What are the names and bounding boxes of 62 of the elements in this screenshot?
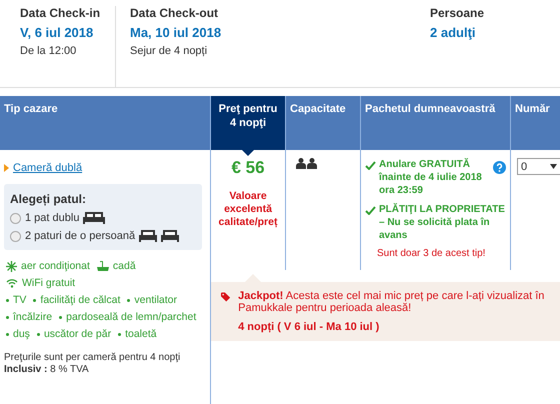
- jackpot-dates: 4 nopți ( V 6 iul - Ma 10 iul ): [238, 321, 380, 333]
- amenity-label: pardoseală de lemn/parchet: [66, 311, 196, 323]
- summary-label: Data Check-in: [20, 6, 102, 20]
- bed-title: Alegeți patul:: [10, 192, 88, 206]
- amenity-label: facilităţi de călcat: [40, 294, 120, 306]
- summary-note: De la 12:00: [20, 45, 78, 57]
- bullet-icon: [36, 332, 40, 336]
- amenity-label: aer condiţionat: [21, 260, 90, 272]
- scarcity-note: Sunt doar 3 de acest tip!: [377, 248, 486, 259]
- package-item: PLĂTIŢI LA PROPRIETATE – Nu se solicită plata în avans: [379, 203, 506, 242]
- amenity-label: uscător de păr: [44, 328, 112, 340]
- wifi-icon: [6, 278, 18, 288]
- bullet-icon: [127, 298, 130, 302]
- bed-label: 2 paturi de o persoană: [25, 230, 136, 242]
- check-icon: [365, 161, 376, 170]
- amenity-label: TV: [13, 294, 26, 306]
- amenity-label: toaletă: [125, 328, 157, 340]
- value-note: Valoare excelentă calitate/preț: [218, 190, 278, 229]
- tag-icon: [221, 290, 230, 304]
- two-persons-icon: [296, 158, 318, 169]
- amenity-label: cadă: [112, 260, 136, 272]
- dropdown-icon: [550, 164, 557, 169]
- bullet-icon: [6, 332, 9, 336]
- column-header: Număr: [510, 96, 560, 150]
- amenity-label: ventilator: [134, 294, 177, 306]
- jackpot-text: Jackpot! Acesta este cel mai mic preț pe care l-ați vizualizat în Pamukkale pentru perioada aleasă!: [238, 290, 546, 314]
- column-header: Capacitate: [285, 96, 360, 150]
- pointer-arrow: [242, 150, 254, 156]
- tax-note: Inclusiv : 8 % TVA: [4, 364, 90, 375]
- double-bed-icon: [83, 212, 106, 224]
- bullet-icon: [6, 316, 9, 318]
- bullet-icon: [118, 332, 122, 336]
- bathtub-icon: [96, 260, 109, 272]
- bullet-icon: [6, 298, 9, 302]
- summary-value: 2 adulţi: [430, 25, 477, 40]
- summary-label: Persoane: [430, 6, 484, 20]
- price-note: Preţurile sunt per cameră pentru 4 nopţi: [4, 352, 182, 363]
- package-item: Anulare GRATUITĂ înainte de 4 iulie 2018 ora 23:59: [379, 158, 483, 197]
- room-link[interactable]: Cameră dublă: [13, 162, 82, 174]
- radio-button[interactable]: [10, 212, 21, 224]
- radio-button[interactable]: [10, 230, 21, 242]
- bed-label: 1 pat dublu: [25, 212, 80, 224]
- column-header: Tip cazare: [0, 96, 210, 150]
- bullet-icon: [33, 298, 36, 302]
- single-bed-icon: [161, 230, 180, 242]
- single-bed-icon: [139, 230, 158, 242]
- summary-label: Data Check-out: [130, 6, 220, 20]
- quantity-select[interactable]: 0: [517, 158, 560, 175]
- bullet-icon: [59, 316, 62, 318]
- summary-value: V, 6 iul 2018: [20, 25, 94, 40]
- amenity-label: încălzire: [13, 311, 52, 323]
- snowflake-icon: [6, 260, 17, 272]
- amenity-label: WiFi gratuit: [22, 277, 76, 289]
- column-header: Pachetul dumneavoastră: [360, 96, 510, 150]
- caret-icon: [4, 164, 9, 172]
- summary-value: Ma, 10 iul 2018: [130, 25, 222, 40]
- price: € 56: [231, 158, 265, 178]
- column-header: Preţ pentru 4 nopţi: [210, 96, 285, 150]
- amenity-label: duş: [13, 328, 30, 340]
- summary-note: Sejur de 4 nopți: [130, 45, 208, 57]
- check-icon: [365, 206, 376, 215]
- help-icon[interactable]: [493, 161, 506, 174]
